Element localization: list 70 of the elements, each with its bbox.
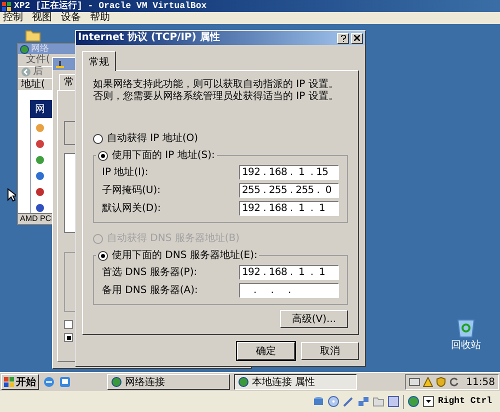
menu-item[interactable]: 设备 bbox=[61, 13, 81, 23]
window-title: 网络 bbox=[31, 44, 49, 54]
radio-label: 使用下面的 DNS 服务器地址(E): bbox=[112, 248, 258, 263]
dialog-title: Internet 协议 (TCP/IP) 属性 bbox=[78, 33, 220, 43]
warning-icon[interactable] bbox=[423, 377, 434, 387]
app-icon bbox=[2, 2, 11, 10]
radio-button[interactable] bbox=[93, 134, 103, 144]
task-icon[interactable] bbox=[35, 171, 45, 182]
back-label: 后 bbox=[33, 67, 43, 78]
desktop-icon-label[interactable]: 回收站 bbox=[451, 341, 481, 351]
radio-label: 使用下面的 IP 地址(S): bbox=[112, 148, 215, 163]
menu-item[interactable]: 文件( bbox=[26, 55, 50, 66]
field-label: 默认网关(D): bbox=[102, 202, 161, 216]
window-title: XP2 [正在运行] - Oracle VM VirtualBox bbox=[14, 2, 207, 10]
network-icon bbox=[111, 377, 122, 387]
task-icon[interactable] bbox=[35, 203, 45, 214]
field-label: 首选 DNS 服务器(P): bbox=[102, 266, 198, 280]
host-key-label: Right Ctrl bbox=[438, 394, 492, 408]
description-text: 如果网络支持此功能，则可以获取自动指派的 IP 设置。否则，您需要从网络系统管理员处获得适当的 IP 设置。 bbox=[93, 79, 340, 103]
close-icon bbox=[354, 35, 360, 41]
arrow-down-icon[interactable] bbox=[422, 396, 434, 407]
menu-item[interactable]: 帮助 bbox=[90, 13, 110, 23]
keyboard-icon[interactable] bbox=[409, 378, 420, 386]
display-icon[interactable] bbox=[388, 396, 399, 407]
radio-button[interactable] bbox=[98, 150, 108, 160]
menu-item[interactable]: 控制 bbox=[3, 13, 23, 23]
help-button[interactable] bbox=[337, 32, 349, 44]
browser-icon[interactable] bbox=[43, 376, 55, 388]
refresh-icon[interactable] bbox=[449, 377, 460, 387]
network-icon bbox=[55, 60, 65, 68]
folder-icon[interactable] bbox=[372, 396, 384, 407]
pen-icon[interactable] bbox=[342, 396, 354, 407]
close-button[interactable] bbox=[351, 32, 363, 44]
recycle-bin-icon[interactable] bbox=[457, 318, 475, 338]
field-label: 备用 DNS 服务器(A): bbox=[102, 284, 198, 298]
network-icon bbox=[238, 377, 249, 387]
task-icon[interactable] bbox=[35, 155, 45, 166]
ip-address-field[interactable]: . . . bbox=[239, 282, 339, 298]
field-label: IP 地址(I): bbox=[102, 166, 148, 180]
shield-icon[interactable] bbox=[436, 377, 446, 387]
advanced-button[interactable]: 高级(V)... bbox=[280, 310, 348, 328]
task-icon[interactable] bbox=[35, 187, 45, 198]
radio-button[interactable] bbox=[98, 250, 108, 260]
cursor-icon bbox=[7, 188, 16, 202]
cancel-button[interactable]: 取消 bbox=[301, 342, 359, 360]
network-icon[interactable] bbox=[358, 396, 369, 407]
globe-icon bbox=[20, 44, 29, 54]
checkbox[interactable] bbox=[64, 333, 73, 342]
globe-icon[interactable] bbox=[408, 396, 419, 407]
ip-address-field[interactable]: 192 . 168 . 1 . 15 bbox=[239, 164, 339, 180]
cd-icon[interactable] bbox=[328, 396, 339, 407]
taskbar-button[interactable]: 本地连接 属性 bbox=[234, 374, 357, 390]
menu-item[interactable]: 视图 bbox=[32, 13, 52, 23]
radio-label: 自动获得 IP 地址(O) bbox=[107, 132, 198, 146]
tab[interactable]: 常规 bbox=[82, 51, 116, 71]
windows-logo-icon bbox=[4, 377, 14, 387]
taskbar-button[interactable]: 网络连接 bbox=[107, 374, 230, 390]
ok-button[interactable]: 确定 bbox=[237, 342, 295, 360]
task-icon[interactable] bbox=[35, 139, 45, 150]
ip-address-field[interactable]: 255 . 255 . 255 . 0 bbox=[239, 182, 339, 198]
clock: 11:58 bbox=[466, 376, 495, 390]
help-icon bbox=[340, 34, 346, 42]
field-label: 子网掩码(U): bbox=[102, 184, 160, 198]
ip-address-field[interactable]: 192 . 168 . 1 . 1 bbox=[239, 200, 339, 216]
address-label: 地址( bbox=[21, 80, 45, 90]
desktop-shortcut-icon[interactable] bbox=[59, 376, 71, 388]
checkbox[interactable] bbox=[64, 320, 73, 329]
ip-address-field[interactable]: 192 . 168 . 1 . 1 bbox=[239, 264, 339, 280]
back-arrow-icon[interactable] bbox=[21, 67, 31, 78]
start-button[interactable]: 开始 bbox=[1, 374, 39, 390]
